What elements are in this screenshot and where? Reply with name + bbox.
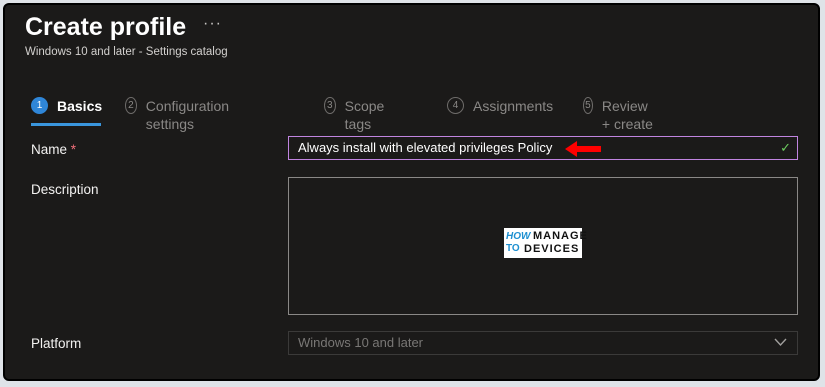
step-number-badge: 1 xyxy=(31,97,48,114)
platform-label: Platform xyxy=(31,336,82,351)
step-review-create[interactable]: 5 Review + create xyxy=(583,97,655,132)
active-step-underline xyxy=(31,123,101,126)
step-number-badge: 4 xyxy=(447,97,464,114)
more-options-icon[interactable]: ··· xyxy=(203,15,222,33)
platform-value: Windows 10 and later xyxy=(298,335,424,350)
logo-devices: DEVICES xyxy=(524,243,580,255)
step-number-badge: 2 xyxy=(125,97,137,114)
description-label: Description xyxy=(31,182,99,197)
logo-how: HOW xyxy=(506,231,531,242)
description-textarea[interactable]: HOW TO MANAGE DEVICES xyxy=(288,177,798,315)
step-label: Configuration settings xyxy=(145,98,230,132)
step-assignments[interactable]: 4 Assignments xyxy=(447,97,553,127)
logo-manage: MANAGE xyxy=(533,230,588,242)
how-to-manage-devices-logo: HOW TO MANAGE DEVICES xyxy=(504,228,587,258)
checkmark-icon: ✓ xyxy=(780,140,791,155)
required-asterisk: * xyxy=(70,142,77,157)
chevron-down-icon xyxy=(774,338,787,347)
name-label: Name * xyxy=(31,142,76,157)
step-number-badge: 3 xyxy=(324,97,336,114)
step-scope-tags[interactable]: 3 Scope tags xyxy=(324,97,390,132)
page-subtitle: Windows 10 and later - Settings catalog xyxy=(25,46,228,58)
name-label-text: Name xyxy=(31,142,68,157)
step-label: Assignments xyxy=(473,98,554,114)
step-basics[interactable]: 1 Basics xyxy=(31,97,102,127)
step-label: Scope tags xyxy=(344,98,385,132)
logo-to: TO xyxy=(506,243,520,254)
step-label: Review + create xyxy=(601,98,653,132)
name-input-value: Always install with elevated privileges … xyxy=(298,140,553,155)
red-arrow-annotation xyxy=(565,141,601,157)
name-input[interactable]: Always install with elevated privileges … xyxy=(288,136,798,160)
step-number-badge: 5 xyxy=(583,97,593,114)
step-configuration-settings[interactable]: 2 Configuration settings xyxy=(125,97,234,132)
page-title: Create profile xyxy=(25,13,187,41)
create-profile-panel: Create profile ··· Windows 10 and later … xyxy=(3,3,820,381)
platform-dropdown[interactable]: Windows 10 and later xyxy=(288,331,798,355)
step-label: Basics xyxy=(57,98,103,114)
